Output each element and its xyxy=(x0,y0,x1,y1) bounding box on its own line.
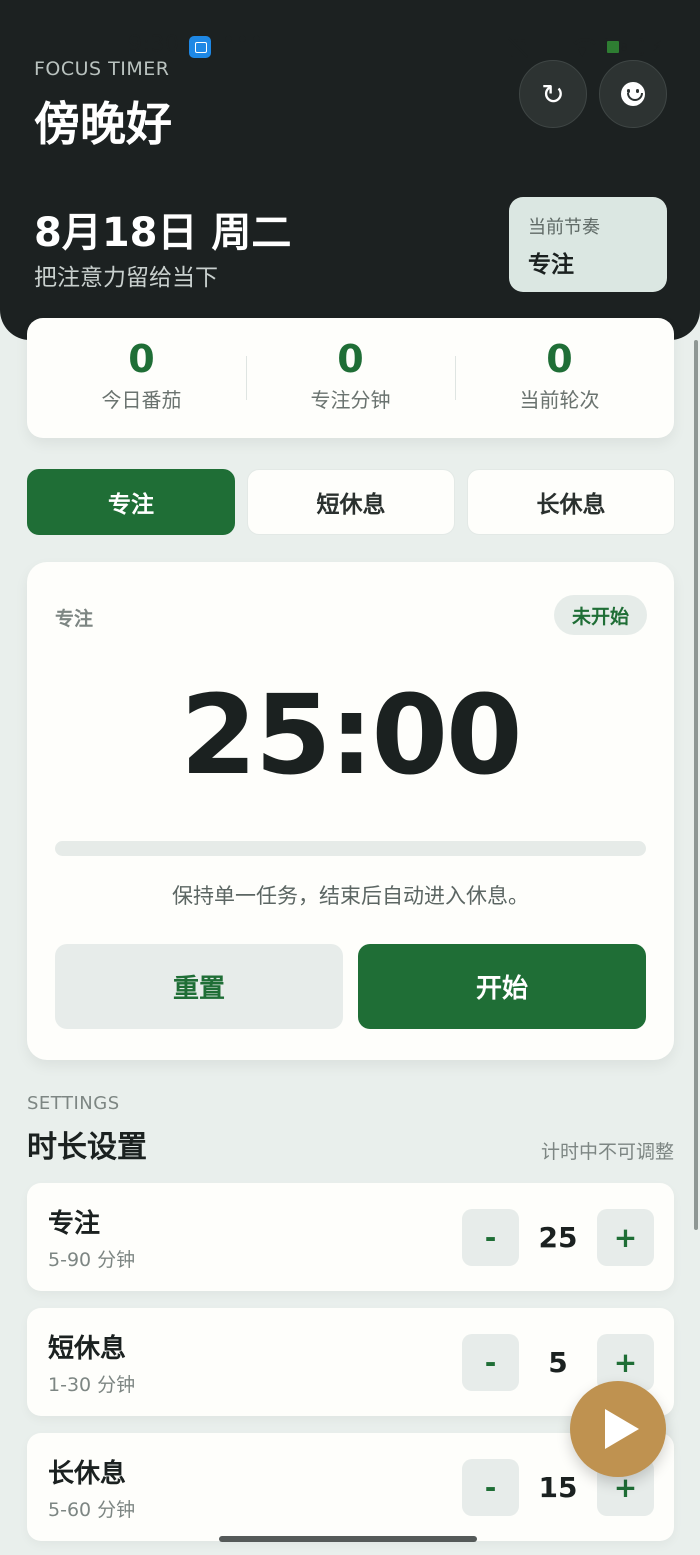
stat-value: 0 xyxy=(128,337,155,381)
scrollbar[interactable] xyxy=(694,340,698,1230)
duration-name: 专注 xyxy=(48,1209,101,1239)
greeting: 傍晚好 xyxy=(34,97,172,151)
refresh-icon: ↻ xyxy=(541,77,565,111)
charging-icon: ⚡ xyxy=(652,39,662,55)
duration-row-short-break: 短休息 1-30 分钟 - 5 + xyxy=(27,1308,674,1416)
app-label: FOCUS TIMER xyxy=(34,58,170,80)
start-button[interactable]: 开始 xyxy=(358,944,646,1029)
duration-range: 5-60 分钟 xyxy=(48,1499,136,1521)
duration-value: 15 xyxy=(538,1471,578,1504)
decrement-button[interactable]: - xyxy=(462,1459,519,1516)
duration-row-focus: 专注 5-90 分钟 - 25 + xyxy=(27,1183,674,1291)
more-notifications-icon: ••• xyxy=(222,28,264,53)
stat-current-round: 0 当前轮次 xyxy=(455,336,664,413)
status-time: 9:30 xyxy=(128,32,180,57)
refresh-button[interactable]: ↻ xyxy=(519,60,587,128)
duration-range: 1-30 分钟 xyxy=(48,1374,136,1396)
duration-name: 长休息 xyxy=(48,1459,127,1489)
mute-icon xyxy=(506,36,530,58)
app-notification-icon xyxy=(189,36,211,58)
reset-button[interactable]: 重置 xyxy=(55,944,343,1029)
stat-value: 0 xyxy=(546,337,573,381)
battery-icon: 8 xyxy=(604,38,645,56)
date: 8月18日 周二 xyxy=(34,210,292,256)
decrement-button[interactable]: - xyxy=(462,1209,519,1266)
wifi-icon xyxy=(568,36,597,58)
stat-label: 专注分钟 xyxy=(310,388,391,412)
timer-hint: 保持单一任务，结束后自动进入休息。 xyxy=(172,884,529,908)
settings-eyebrow: SETTINGS xyxy=(27,1093,120,1114)
increment-button[interactable]: + xyxy=(597,1209,654,1266)
tab-focus[interactable]: 专注 xyxy=(27,469,235,535)
tagline: 把注意力留给当下 xyxy=(34,265,218,291)
stats-card: 0 今日番茄 0 专注分钟 0 当前轮次 xyxy=(27,318,674,438)
timer-card: 专注 未开始 25:00 保持单一任务，结束后自动进入休息。 重置 开始 xyxy=(27,562,674,1060)
stat-today-pomodoros: 0 今日番茄 xyxy=(37,336,246,413)
header: 9:30 ••• 8 ⚡ FOCUS TIMER 傍晚好 ↻ 8月18日 周二 … xyxy=(0,0,700,340)
current-rhythm-card: 当前节奏 专注 xyxy=(509,197,667,292)
stat-label: 今日番茄 xyxy=(101,388,182,412)
duration-name: 短休息 xyxy=(48,1334,127,1364)
stat-label: 当前轮次 xyxy=(519,388,600,412)
duration-value: 25 xyxy=(538,1221,578,1254)
duration-value: 5 xyxy=(548,1346,568,1379)
battery-level: 8 xyxy=(620,40,628,54)
decrement-button[interactable]: - xyxy=(462,1334,519,1391)
tab-long-break[interactable]: 长休息 xyxy=(467,469,675,535)
timer-progress-bar xyxy=(55,841,646,856)
timer-display: 25:00 xyxy=(180,671,522,799)
settings-title: 时长设置 xyxy=(27,1130,147,1165)
profile-button[interactable] xyxy=(599,60,667,128)
smile-icon xyxy=(621,82,645,106)
rhythm-label: 当前节奏 xyxy=(528,217,600,238)
home-indicator[interactable] xyxy=(219,1536,477,1542)
timer-mode-label: 专注 xyxy=(55,608,94,630)
tab-short-break[interactable]: 短休息 xyxy=(247,469,455,535)
status-badge: 未开始 xyxy=(553,595,647,635)
stat-focus-minutes: 0 专注分钟 xyxy=(246,336,455,413)
status-icons: 8 ⚡ xyxy=(506,36,662,58)
settings-note: 计时中不可调整 xyxy=(540,1141,674,1163)
play-icon xyxy=(605,1409,639,1449)
rhythm-value: 专注 xyxy=(528,252,574,278)
duration-range: 5-90 分钟 xyxy=(48,1249,136,1271)
floating-play-button[interactable] xyxy=(570,1381,666,1477)
stat-value: 0 xyxy=(337,337,364,381)
signal-icon xyxy=(538,37,561,57)
